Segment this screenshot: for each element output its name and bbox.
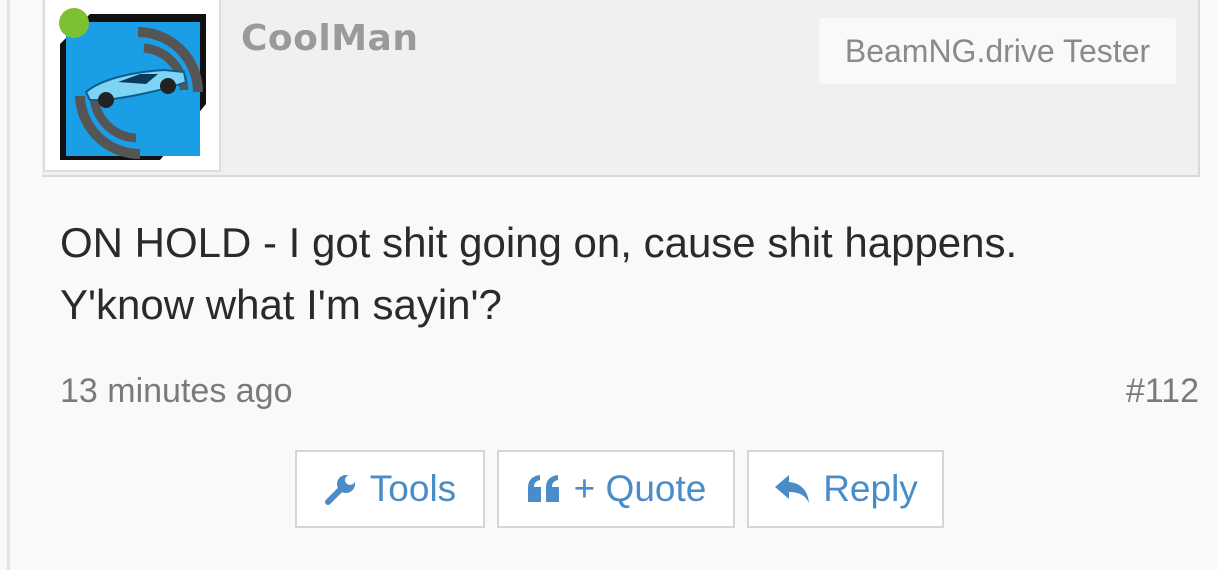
user-title-badge: BeamNG.drive Tester	[819, 18, 1176, 84]
online-status-dot	[59, 8, 89, 38]
avatar[interactable]	[60, 14, 206, 160]
username[interactable]: CoolMan	[241, 18, 418, 59]
avatar-frame[interactable]	[43, 0, 221, 172]
quote-icon	[527, 475, 559, 502]
message-line: Y'know what I'm sayin'?	[60, 281, 502, 328]
quote-button[interactable]: + Quote	[497, 450, 735, 528]
reply-arrow-icon	[775, 475, 810, 503]
reply-label: Reply	[823, 468, 918, 509]
forum-post: CoolMan BeamNG.drive Tester ON HOLD - I …	[0, 0, 1217, 570]
tools-label: Tools	[369, 468, 457, 509]
post-message: ON HOLD - I got shit going on, cause shi…	[60, 212, 1190, 336]
post-timestamp[interactable]: 13 minutes ago	[60, 372, 293, 411]
tools-button[interactable]: Tools	[295, 450, 485, 528]
post-header: CoolMan BeamNG.drive Tester	[42, 0, 1200, 177]
avatar-car-image	[60, 14, 206, 160]
thread-border	[0, 0, 10, 570]
quote-label: + Quote	[573, 468, 707, 509]
wrench-icon	[324, 475, 355, 505]
post-permalink[interactable]: #112	[1126, 372, 1199, 411]
message-line: ON HOLD - I got shit going on, cause shi…	[60, 219, 1018, 266]
reply-button[interactable]: Reply	[747, 450, 944, 528]
